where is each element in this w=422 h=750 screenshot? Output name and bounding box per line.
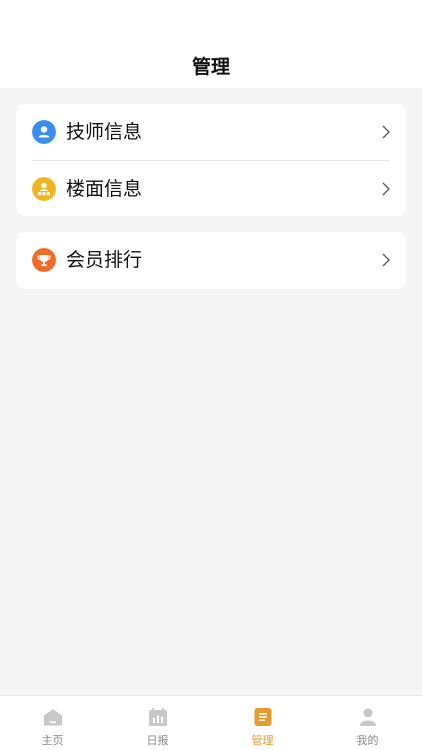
tab-report[interactable]: 日报 xyxy=(105,696,210,750)
trophy-icon xyxy=(32,248,56,272)
chevron-right-icon xyxy=(382,125,390,139)
chevron-right-icon xyxy=(382,253,390,267)
tab-label: 主页 xyxy=(41,734,64,747)
manage-icon xyxy=(254,708,271,726)
tab-label: 管理 xyxy=(251,734,274,747)
tab-home[interactable]: 主页 xyxy=(0,696,105,750)
menu-item-technician[interactable]: 技师信息 xyxy=(16,104,406,160)
menu-item-label: 技师信息 xyxy=(66,121,143,143)
group-icon xyxy=(32,177,56,201)
menu-item-floor[interactable]: 楼面信息 xyxy=(16,161,406,217)
menu-item-member-ranking[interactable]: 会员排行 xyxy=(16,232,406,288)
tab-profile[interactable]: 我的 xyxy=(315,696,420,750)
bottom-tab-bar: 主页 日报 管理 我的 xyxy=(0,695,422,750)
menu-card-member: 会员排行 xyxy=(16,232,406,289)
header-bar: 管理 xyxy=(0,0,422,88)
user-icon xyxy=(32,120,56,144)
report-icon xyxy=(148,708,167,726)
tab-label: 我的 xyxy=(356,734,379,747)
menu-item-label: 楼面信息 xyxy=(66,178,143,200)
tab-manage[interactable]: 管理 xyxy=(210,696,315,750)
tab-label: 日报 xyxy=(146,734,169,747)
menu-item-label: 会员排行 xyxy=(66,249,143,271)
menu-card-info: 技师信息 楼面信息 xyxy=(16,104,406,216)
home-icon xyxy=(43,709,62,726)
page-title: 管理 xyxy=(191,56,230,78)
chevron-right-icon xyxy=(382,182,390,196)
profile-icon xyxy=(359,708,376,726)
